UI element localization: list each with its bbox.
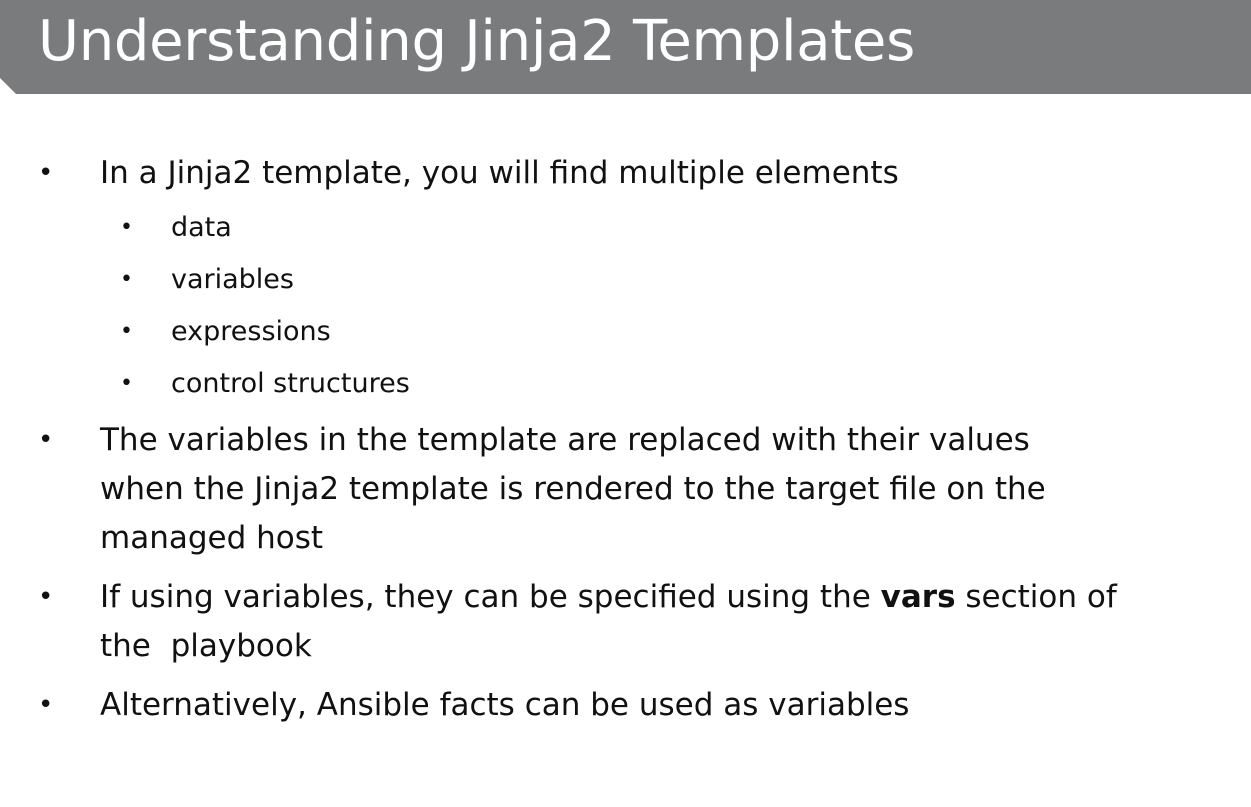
- bullet-2-line-1: The variables in the template are replac…: [100, 422, 1030, 458]
- bullet-3-text-after: section of: [955, 579, 1117, 615]
- bullet-dot: •: [38, 158, 54, 188]
- sub-bullet-text: expressions: [171, 316, 331, 347]
- bullet-2-line-3: managed host: [100, 520, 324, 556]
- bullet-3-text-before: If using variables, they can be specifie…: [100, 579, 881, 615]
- bullet-dot: •: [38, 690, 54, 720]
- sub-bullet-text: variables: [171, 264, 294, 295]
- bullet-4-text: Alternatively, Ansible facts can be used…: [100, 687, 910, 723]
- bullet-dot: •: [38, 425, 54, 455]
- sub-bullet-text: data: [171, 212, 232, 243]
- slide-content: • In a Jinja2 template, you will find mu…: [0, 0, 1251, 807]
- bullet-2-line-2: when the Jinja2 template is rendered to …: [100, 471, 1046, 507]
- bullet-3-line-2: the playbook: [100, 628, 312, 664]
- bullet-3-line-1: If using variables, they can be specifie…: [100, 573, 1117, 622]
- slide: Understanding Jinja2 Templates • In a Ji…: [0, 0, 1251, 807]
- sub-bullet-dot: •: [120, 215, 133, 240]
- sub-bullet-text: control structures: [171, 368, 410, 399]
- bullet-dot: •: [38, 582, 54, 612]
- bullet-1-text: In a Jinja2 template, you will find mult…: [100, 155, 899, 191]
- sub-bullet-dot: •: [120, 371, 133, 396]
- sub-bullet-dot: •: [120, 267, 133, 292]
- sub-bullet-dot: •: [120, 319, 133, 344]
- vars-keyword: vars: [880, 579, 956, 615]
